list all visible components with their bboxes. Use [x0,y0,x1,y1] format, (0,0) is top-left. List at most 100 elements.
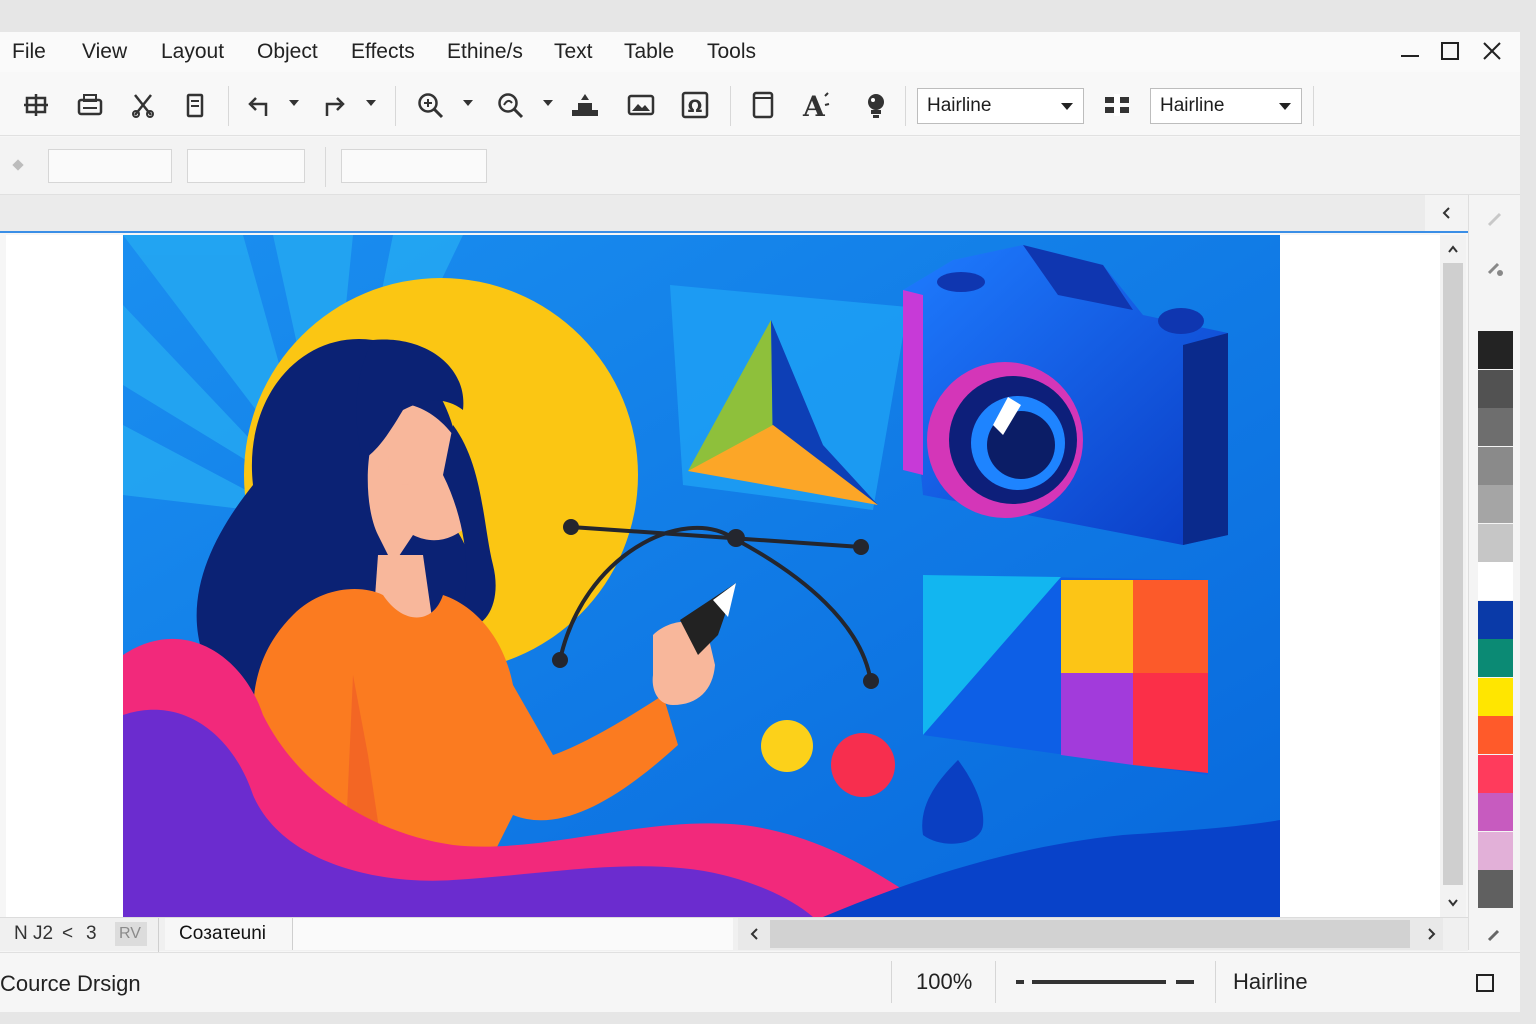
cut-icon[interactable] [127,90,159,120]
zoom-level[interactable]: 100% [916,969,972,995]
status-divider [1215,961,1216,1003]
color-swatch[interactable] [1478,754,1513,793]
pen-settings-icon[interactable] [1486,927,1502,943]
toolbar-separator [905,86,906,126]
tabs-empty-area [293,918,733,950]
toolbar-separator [228,86,229,126]
menu-file[interactable]: File [12,40,46,64]
text-tool-icon[interactable]: A [800,90,832,120]
zoom-in-icon[interactable] [414,90,446,120]
page-frame-icon[interactable] [747,90,779,120]
redo-dropdown-icon[interactable] [366,100,376,106]
color-swatch[interactable] [1478,677,1513,716]
scroll-right-icon[interactable] [1424,927,1438,941]
menu-bar: File View Layout Object Effects Ethine/s… [0,32,1520,72]
page-tabs-bar: N J2 < 3 RV Coзaτeuni [0,917,1500,952]
color-palette-panel [1468,195,1520,950]
horizontal-scroll-thumb[interactable] [770,920,1410,948]
outline-style-dropdown[interactable]: Hairline [1150,88,1302,124]
zoom-dropdown-icon[interactable] [463,100,473,106]
redo-icon[interactable] [318,90,350,120]
property-field-x[interactable] [48,149,172,183]
paste-icon[interactable] [179,90,211,120]
menu-layout[interactable]: Layout [161,40,224,64]
menu-text[interactable]: Text [554,40,593,64]
color-swatch[interactable] [1478,600,1513,639]
vertical-scroll-thumb[interactable] [1443,263,1463,885]
vertical-scrollbar[interactable] [1440,235,1466,917]
drawing-canvas[interactable] [6,235,1440,917]
color-swatch[interactable] [1478,716,1513,754]
artwork-illustration[interactable] [123,235,1280,917]
horizontal-scrollbar[interactable] [738,918,1443,950]
main-toolbar: Ω A Hairline Hairline [0,72,1520,136]
chevron-down-icon [1279,103,1291,110]
maximize-icon[interactable] [1435,38,1465,64]
next-page-button[interactable]: 3 [86,923,97,945]
fill-status-icon[interactable] [1475,973,1495,993]
scroll-down-icon[interactable] [1446,895,1460,909]
document-name: Cource Drsign [0,971,141,996]
svg-text:Ω: Ω [688,97,702,117]
status-bar: Cource Drsign 100% Hairline [0,952,1520,1012]
color-swatch[interactable] [1478,408,1513,446]
outline-width-value: Hairline [927,95,992,116]
menu-view[interactable]: View [82,40,127,64]
menu-effects[interactable]: Effects [351,40,415,64]
scroll-left-icon[interactable] [748,927,762,941]
color-swatch[interactable] [1478,523,1513,562]
menu-table[interactable]: Table [624,40,674,64]
chevron-down-icon [1061,103,1073,110]
tab-page-1[interactable]: Coзaτeuni [165,918,293,950]
property-bullet-icon [12,159,24,171]
scroll-up-icon[interactable] [1446,243,1460,257]
outline-status[interactable]: Hairline [1233,969,1308,995]
menu-ethines[interactable]: Ethine/s [447,40,523,64]
color-swatch[interactable] [1478,369,1513,408]
line-style-icon[interactable] [1101,90,1133,120]
status-divider [891,961,892,1003]
add-page-button[interactable]: RV [115,922,147,946]
horizontal-ruler [0,195,1468,233]
align-bottom-icon[interactable] [569,90,601,120]
toolbar-separator [730,86,731,126]
toolbar-separator [1313,86,1314,126]
color-swatch[interactable] [1478,485,1513,523]
app-window: File View Layout Object Effects Ethine/s… [0,32,1520,1012]
menu-tools[interactable]: Tools [707,40,756,64]
toolbar-separator [395,86,396,126]
fill-tool-icon[interactable] [1485,259,1505,279]
color-swatch[interactable] [1478,793,1513,831]
outline-width-dropdown[interactable]: Hairline [917,88,1084,124]
zoom-tool-dropdown-icon[interactable] [543,100,553,106]
color-swatch[interactable] [1478,870,1513,908]
close-icon[interactable] [1477,38,1507,64]
eyedropper-icon[interactable] [1485,209,1505,229]
color-swatch[interactable] [1478,331,1513,369]
import-image-icon[interactable] [625,90,657,120]
color-swatch[interactable] [1478,639,1513,677]
panel-collapse-button[interactable] [1425,195,1468,231]
svg-text:A: A [802,90,826,120]
color-swatch[interactable] [1478,831,1513,870]
color-swatch[interactable] [1478,446,1513,485]
prev-page-button[interactable]: < [62,923,73,945]
undo-dropdown-icon[interactable] [289,100,299,106]
chevron-left-icon [1442,207,1450,219]
print-icon[interactable] [74,90,106,120]
color-swatch[interactable] [1478,562,1513,600]
property-field-y[interactable] [187,149,305,183]
zoom-tool-icon[interactable] [494,90,526,120]
menu-object[interactable]: Object [257,40,318,64]
undo-icon[interactable] [243,90,275,120]
new-document-icon[interactable] [20,90,52,120]
tab-page-label: Coзaτeuni [179,923,266,944]
symbol-icon[interactable]: Ω [679,90,711,120]
line-preview[interactable] [1016,980,1194,984]
property-field-size[interactable] [341,149,487,183]
smart-fill-icon[interactable] [860,90,892,120]
page-navigator[interactable]: N J2 [14,923,53,945]
toolbar-separator [325,147,326,187]
outline-style-value: Hairline [1160,95,1225,116]
minimize-icon[interactable] [1395,38,1425,64]
